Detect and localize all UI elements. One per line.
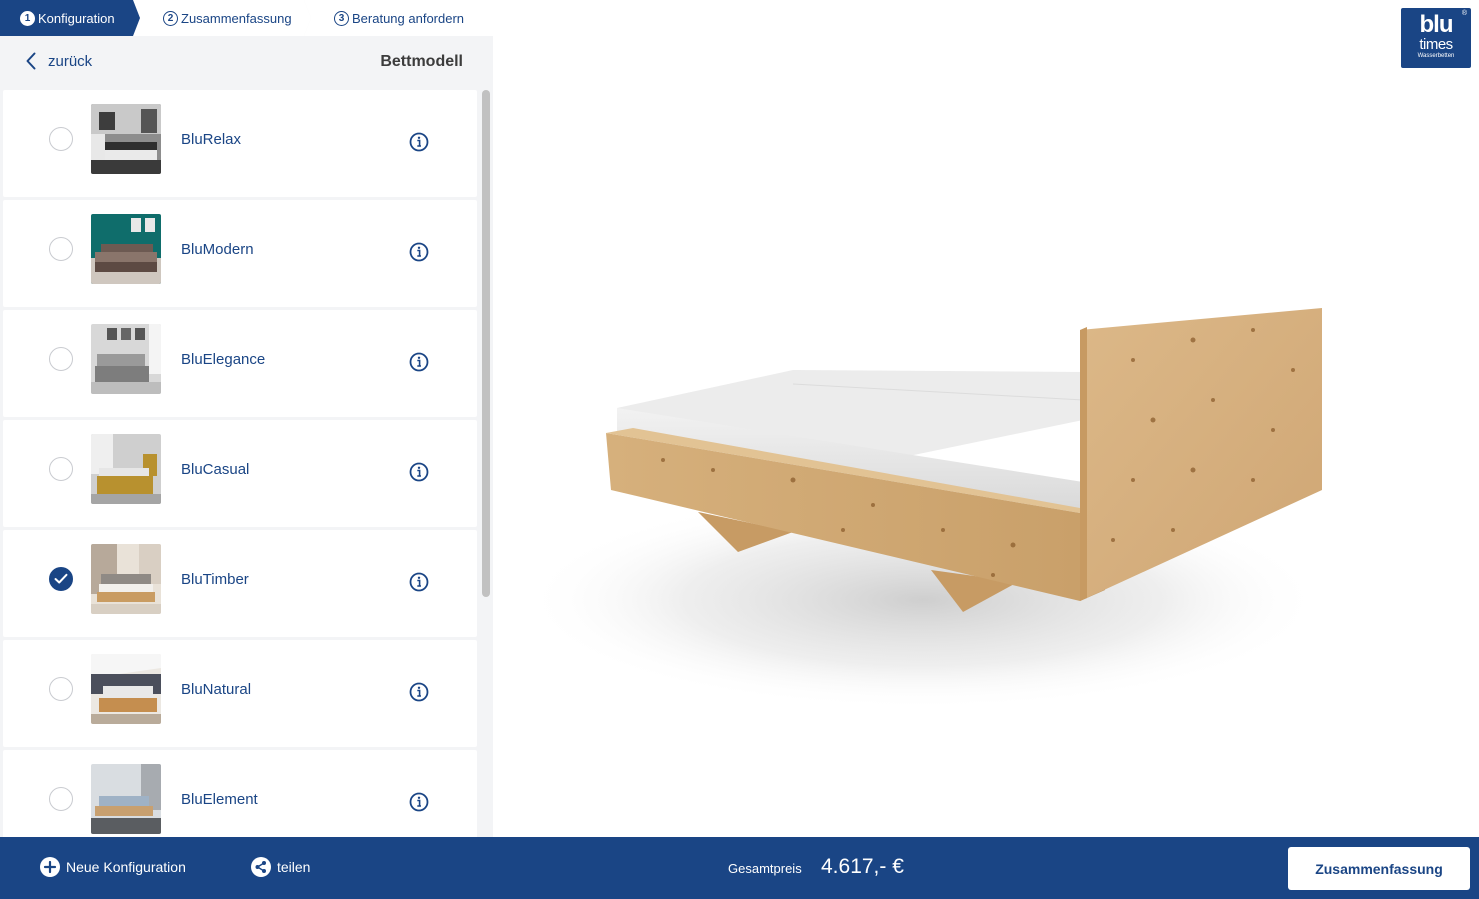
info-icon[interactable] [409,242,429,262]
back-label: zurück [48,52,93,70]
bed-render [523,308,1323,710]
model-thumbnail [91,434,161,504]
info-icon[interactable] [409,572,429,592]
new-config-label: Neue Konfiguration [66,859,186,875]
step-zusammenfassung[interactable]: 2 Zusammenfassung [133,0,311,36]
info-icon[interactable] [409,132,429,152]
radio-button[interactable] [49,787,73,811]
model-name: BluNatural [181,681,252,698]
info-icon[interactable] [409,792,429,812]
radio-button-checked[interactable] [49,567,73,591]
model-name: BluTimber [181,571,249,588]
back-button[interactable]: zurück [26,52,92,70]
model-list: BluRelax BluModern BluElegance BluCasual… [3,90,477,837]
total-price-value: 4.617,- € [821,855,904,878]
logo-text-sub: times [1419,36,1453,53]
step-number: 3 [334,10,349,26]
list-item-bluelement[interactable]: BluElement [3,750,477,837]
step-label: Konfiguration [38,10,115,26]
panel-header: zurück Bettmodell [0,36,493,88]
model-thumbnail [91,214,161,284]
radio-button[interactable] [49,347,73,371]
check-icon [54,573,68,584]
step-beratung[interactable]: 3 Beratung anfordern [304,0,493,36]
radio-button[interactable] [49,127,73,151]
radio-button[interactable] [49,457,73,481]
model-thumbnail [91,764,161,834]
radio-button[interactable] [49,677,73,701]
chevron-left-icon [26,52,36,70]
share-button[interactable]: teilen [251,857,310,877]
info-icon[interactable] [409,682,429,702]
new-config-button[interactable]: Neue Konfiguration [40,857,186,877]
model-thumbnail [91,544,161,614]
info-icon[interactable] [409,352,429,372]
registered-icon: ® [1461,10,1467,17]
list-item-blurelax[interactable]: BluRelax [3,90,477,197]
step-navigation: 1 Konfiguration 2 Zusammenfassung 3 Bera… [0,0,493,36]
bed-3d-viewer[interactable] [493,0,1479,837]
info-icon[interactable] [409,462,429,482]
step-label: Zusammenfassung [181,10,292,26]
model-thumbnail [91,654,161,724]
model-name: BluElement [181,791,258,808]
share-icon [251,857,271,877]
list-item-blunatural[interactable]: BluNatural [3,640,477,747]
logo-tagline: Wasserbetten [1417,53,1455,59]
total-price-label: Gesamtpreis [728,861,802,876]
plus-circle-icon [40,857,60,877]
step-konfiguration[interactable]: 1 Konfiguration [0,0,140,36]
step-number: 1 [20,10,35,26]
list-item-blumodern[interactable]: BluModern [3,200,477,307]
list-item-blutimber[interactable]: BluTimber [3,530,477,637]
share-label: teilen [277,859,311,875]
model-name: BluModern [181,241,254,258]
summary-button[interactable]: Zusammenfassung [1288,847,1470,890]
list-item-blucasual[interactable]: BluCasual [3,420,477,527]
bottom-bar: Neue Konfiguration teilen Gesamtpreis 4.… [0,837,1479,899]
step-label: Beratung anfordern [352,10,465,26]
step-number: 2 [163,10,178,26]
model-name: BluElegance [181,351,266,368]
blutimes-logo[interactable]: blu times Wasserbetten ® [1401,8,1471,68]
page-title: Bettmodell [380,53,463,70]
list-scrollbar[interactable] [482,90,490,597]
model-thumbnail [91,324,161,394]
model-name: BluRelax [181,131,242,148]
model-thumbnail [91,104,161,174]
model-name: BluCasual [181,461,250,478]
list-item-bluelegance[interactable]: BluElegance [3,310,477,417]
radio-button[interactable] [49,237,73,261]
logo-text-main: blu [1419,11,1454,38]
config-panel: 1 Konfiguration 2 Zusammenfassung 3 Bera… [0,0,493,837]
